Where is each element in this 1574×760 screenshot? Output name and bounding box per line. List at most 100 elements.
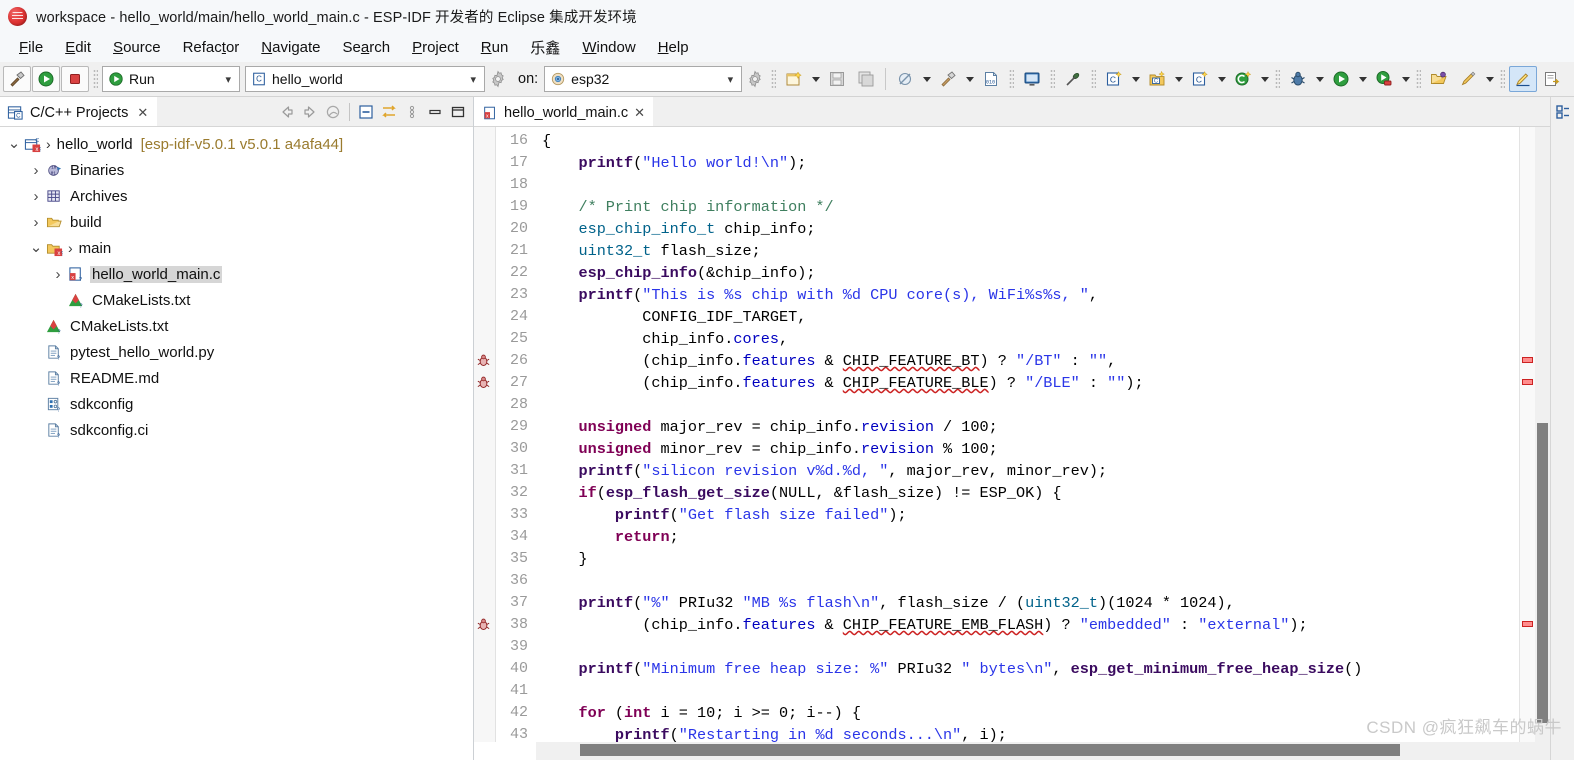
code-line[interactable]: printf("silicon revision v%d.%d, ", majo… [542,460,1519,482]
new-c-project-button[interactable]: C [1100,66,1128,92]
code-line[interactable]: return; [542,526,1519,548]
code-line[interactable]: if(esp_flash_get_size(NULL, &flash_size)… [542,482,1519,504]
tree-row[interactable]: ? README.md [0,365,473,391]
code-line[interactable]: for (int i = 10; i >= 0; i--) { [542,702,1519,724]
chevron-right-icon[interactable]: › [28,162,44,179]
skip-breakpoints-dropdown[interactable] [920,66,933,92]
tree-row[interactable]: › x? hello_world_main.c [0,261,473,287]
toggle-mark-occurrences-button[interactable] [1509,66,1538,92]
highlight-pen-button[interactable] [1454,66,1482,92]
new-wizard-button[interactable] [780,66,808,92]
tree-row[interactable]: ⌄x?› main [0,235,473,261]
chevron-right-icon[interactable]: › [28,214,44,231]
code-line[interactable]: printf("Get flash size failed"); [542,504,1519,526]
code-line[interactable]: printf("Minimum free heap size: %" PRIu3… [542,658,1519,680]
build-hammer-button[interactable] [3,66,31,92]
launch-run-button[interactable] [32,66,60,92]
code-line[interactable] [542,174,1519,196]
chevron-down-icon[interactable]: ⌄ [6,136,22,151]
menu-navigate[interactable]: Navigate [250,37,331,58]
device-combo[interactable]: esp32 ▾ [544,66,743,92]
highlight-pen-dropdown[interactable] [1483,66,1496,92]
code-line[interactable]: unsigned minor_rev = chip_info.revision … [542,438,1519,460]
overview-ruler[interactable] [1519,127,1535,742]
chevron-down-icon[interactable]: ▾ [722,73,740,86]
new-c-folder-button[interactable]: C [1143,66,1171,92]
code-line[interactable]: { [542,130,1519,152]
tree-row[interactable]: ⌄Cx?› hello_world [esp-idf-v5.0.1 v5.0.1 a… [0,131,473,157]
code-line[interactable]: printf("Hello world!\n"); [542,152,1519,174]
debug-button[interactable] [1284,66,1312,92]
save-all-button[interactable] [852,66,880,92]
save-button[interactable] [823,66,851,92]
menu-file[interactable]: File [8,37,54,58]
back-arrow-button[interactable] [276,101,298,123]
new-c-class-button[interactable] [1229,66,1257,92]
chevron-right-icon[interactable]: › [28,188,44,205]
coverage-dropdown[interactable] [1399,66,1412,92]
view-menu-button[interactable] [401,101,423,123]
code-line[interactable] [542,570,1519,592]
code-line[interactable] [542,636,1519,658]
run-button[interactable] [1327,66,1355,92]
tree-row[interactable]: ? CMakeLists.txt [0,313,473,339]
console-monitor-button[interactable] [1018,66,1046,92]
build-dropdown[interactable] [963,66,976,92]
tree-row[interactable]: ? CMakeLists.txt [0,287,473,313]
code-line[interactable]: esp_chip_info_t chip_info; [542,218,1519,240]
code-line[interactable]: printf("This is %s chip with %d CPU core… [542,284,1519,306]
code-line[interactable]: (chip_info.features & CHIP_FEATURE_EMB_F… [542,614,1519,636]
new-c-file-dropdown[interactable] [1215,66,1228,92]
tree-row[interactable]: ? sdkconfig [0,391,473,417]
menu-search[interactable]: Search [332,37,402,58]
tree-row[interactable]: › 10 01 Binaries [0,157,473,183]
code-line[interactable]: CONFIG_IDF_TARGET, [542,306,1519,328]
code-line[interactable] [542,394,1519,416]
tree-row[interactable]: › Archives [0,183,473,209]
launch-target-settings-gear-icon[interactable] [489,70,507,88]
overview-error-mark[interactable] [1522,621,1533,627]
code-line[interactable]: /* Print chip information */ [542,196,1519,218]
tab-cpp-projects[interactable]: C C/C++ Projects ✕ [0,97,158,126]
code-line[interactable]: uint32_t flash_size; [542,240,1519,262]
close-icon[interactable]: ✕ [634,105,645,121]
menu-edit[interactable]: Edit [54,37,102,58]
annotation-ruler[interactable] [474,127,496,742]
code-line[interactable]: (chip_info.features & CHIP_FEATURE_BT) ?… [542,350,1519,372]
debug-dropdown[interactable] [1313,66,1326,92]
tree-row[interactable]: ? sdkconfig.ci [0,417,473,443]
code-line[interactable]: (chip_info.features & CHIP_FEATURE_BLE) … [542,372,1519,394]
menu-help[interactable]: Help [647,37,700,58]
skip-breakpoints-button[interactable] [891,66,919,92]
menu-run[interactable]: Run [470,37,520,58]
code-line[interactable] [542,680,1519,702]
minimize-button[interactable] [424,101,446,123]
overview-error-mark[interactable] [1522,379,1533,385]
code-line[interactable]: unsigned major_rev = chip_info.revision … [542,416,1519,438]
home-button[interactable] [322,101,344,123]
chevron-down-icon[interactable]: ⌄ [28,240,44,255]
new-c-folder-dropdown[interactable] [1172,66,1185,92]
close-icon[interactable]: ✕ [137,105,148,121]
chevron-down-icon[interactable]: ▾ [219,73,237,86]
launch-mode-combo[interactable]: Run ▾ [102,66,240,92]
show-whitespace-button[interactable] [1567,66,1574,92]
menu-project[interactable]: Project [401,37,470,58]
new-wizard-dropdown[interactable] [809,66,822,92]
menu-window[interactable]: Window [571,37,646,58]
code-line[interactable]: printf("Restarting in %d seconds...\n", … [542,724,1519,742]
new-c-file-button[interactable]: C [1186,66,1214,92]
forward-arrow-button[interactable] [299,101,321,123]
code-line[interactable]: printf("%" PRIu32 "MB %s flash\n", flash… [542,592,1519,614]
collapse-all-button[interactable] [355,101,377,123]
build-button[interactable] [934,66,962,92]
editor-horizontal-scrollbar[interactable] [536,742,1550,760]
link-with-editor-button[interactable] [378,101,400,123]
stop-button[interactable] [61,66,89,92]
menu-乐鑫[interactable]: 乐鑫 [519,35,571,60]
next-annotation-button[interactable] [1538,66,1566,92]
code-line[interactable]: esp_chip_info(&chip_info); [542,262,1519,284]
device-settings-gear-icon[interactable] [746,70,764,88]
coverage-button[interactable] [1370,66,1398,92]
overview-error-mark[interactable] [1522,357,1533,363]
